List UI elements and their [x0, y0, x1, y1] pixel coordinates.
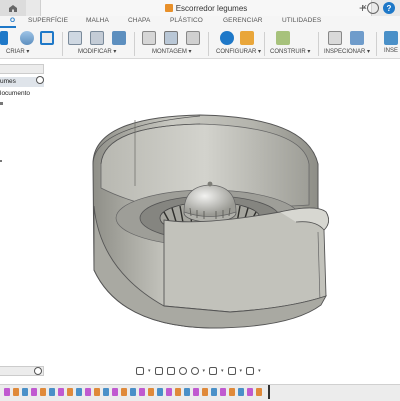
- timeline-feature[interactable]: [4, 388, 10, 396]
- timeline-feature[interactable]: [94, 388, 100, 396]
- group-montagem-label[interactable]: MONTAGEM ▾: [152, 48, 192, 55]
- timeline-marker[interactable]: [268, 385, 270, 399]
- tab-plastico[interactable]: PLÁSTICO: [170, 17, 203, 24]
- chevron-down-icon[interactable]: ▾: [240, 368, 243, 374]
- navigation-bar: ▾ ▾ ▾ ▾ ▾: [136, 364, 272, 378]
- timeline-feature[interactable]: [184, 388, 190, 396]
- tab-solid[interactable]: O: [10, 17, 15, 24]
- group-construir-label[interactable]: CONSTRUIR ▾: [270, 48, 310, 55]
- document-title: Escorredor legumes: [175, 3, 248, 13]
- joint-icon[interactable]: [164, 31, 178, 45]
- browser-panel-header[interactable]: [0, 64, 44, 74]
- timeline-feature[interactable]: [67, 388, 73, 396]
- timeline-feature[interactable]: [112, 388, 118, 396]
- spout-wall: [163, 207, 329, 313]
- orbit-icon[interactable]: [136, 367, 144, 375]
- zoom-icon[interactable]: [178, 367, 187, 375]
- info-icon[interactable]: [220, 31, 234, 45]
- chevron-down-icon[interactable]: ▾: [258, 368, 261, 374]
- fit-icon[interactable]: [190, 367, 199, 375]
- timeline-feature[interactable]: [148, 388, 154, 396]
- timeline-feature[interactable]: [58, 388, 64, 396]
- timeline-feature[interactable]: [175, 388, 181, 396]
- browser-root-label: umes: [0, 78, 16, 85]
- comments-toggle-button[interactable]: [34, 367, 42, 375]
- tab-superficie[interactable]: SUPERFÍCIE: [28, 17, 68, 24]
- tab-chapa[interactable]: CHAPA: [128, 17, 150, 24]
- look-at-icon[interactable]: [154, 367, 163, 375]
- chevron-down-icon[interactable]: ▾: [148, 368, 151, 374]
- section-analysis-icon[interactable]: [350, 31, 364, 45]
- timeline-feature[interactable]: [121, 388, 127, 396]
- extrude-icon[interactable]: [20, 31, 34, 45]
- timeline-feature[interactable]: [49, 388, 55, 396]
- timeline-feature[interactable]: [31, 388, 37, 396]
- timeline-feature[interactable]: [139, 388, 145, 396]
- grid-settings-icon[interactable]: [227, 367, 236, 375]
- job-status-icon[interactable]: [367, 2, 379, 14]
- shell-icon[interactable]: [112, 31, 126, 45]
- box-icon[interactable]: [40, 31, 54, 45]
- home-tab[interactable]: [0, 0, 26, 16]
- new-component-icon[interactable]: [142, 31, 156, 45]
- toolbar-separator: [264, 32, 265, 56]
- viewport-icon[interactable]: [246, 367, 255, 375]
- fillet-icon[interactable]: [90, 31, 104, 45]
- dome-tip: [207, 181, 213, 187]
- create-sketch-icon[interactable]: [0, 31, 8, 45]
- tab-malha[interactable]: MALHA: [86, 17, 109, 24]
- chevron-down-icon[interactable]: ▾: [203, 368, 206, 374]
- browser-item-document-settings[interactable]: locumento: [0, 90, 30, 97]
- group-modificar-label[interactable]: MODIFICAR ▾: [78, 48, 116, 55]
- home-icon: [9, 4, 17, 12]
- timeline-feature[interactable]: [238, 388, 244, 396]
- browser-item-bullet: [0, 160, 2, 162]
- timeline-feature[interactable]: [22, 388, 28, 396]
- toolbar-separator: [376, 32, 377, 56]
- chevron-down-icon[interactable]: ▾: [221, 368, 224, 374]
- browser-visibility-icon[interactable]: [36, 76, 44, 84]
- document-icon: [164, 4, 173, 12]
- timeline-feature[interactable]: [229, 388, 235, 396]
- timeline-feature[interactable]: [130, 388, 136, 396]
- timeline-feature[interactable]: [103, 388, 109, 396]
- display-settings-icon[interactable]: [209, 367, 218, 375]
- timeline-feature[interactable]: [193, 388, 199, 396]
- toolbar-separator: [62, 32, 63, 56]
- help-button[interactable]: ?: [383, 2, 395, 14]
- toolbar-separator: [208, 32, 209, 56]
- timeline-feature[interactable]: [85, 388, 91, 396]
- timeline-feature[interactable]: [256, 388, 262, 396]
- browser-item-bullet: [0, 102, 3, 105]
- timeline-feature[interactable]: [211, 388, 217, 396]
- pan-icon[interactable]: [166, 367, 175, 375]
- timeline-feature[interactable]: [157, 388, 163, 396]
- document-tab[interactable]: Escorredor legumes ×: [40, 0, 372, 16]
- press-pull-icon[interactable]: [68, 31, 82, 45]
- timeline-feature[interactable]: [220, 388, 226, 396]
- toolbar-separator: [134, 32, 135, 56]
- tab-utilidades[interactable]: UTILIDADES: [282, 17, 321, 24]
- group-inspecionar-label[interactable]: INSPECIONAR ▾: [324, 48, 370, 55]
- group-criar-label[interactable]: CRIAR ▾: [6, 48, 29, 55]
- as-built-joint-icon[interactable]: [186, 31, 200, 45]
- model-viewport[interactable]: [80, 100, 340, 330]
- timeline-feature[interactable]: [13, 388, 19, 396]
- timeline-feature[interactable]: [247, 388, 253, 396]
- insert-image-icon[interactable]: [384, 31, 398, 45]
- group-configurar-label[interactable]: CONFIGURAR ▾: [216, 48, 261, 55]
- timeline-feature[interactable]: [202, 388, 208, 396]
- timeline-feature[interactable]: [166, 388, 172, 396]
- measure-icon[interactable]: [328, 31, 342, 45]
- offset-plane-icon[interactable]: [276, 31, 290, 45]
- timeline-feature[interactable]: [76, 388, 82, 396]
- tab-gerenciar[interactable]: GERENCIAR: [223, 17, 263, 24]
- new-tab-button[interactable]: +: [359, 0, 366, 16]
- timeline-feature[interactable]: [40, 388, 46, 396]
- toolbar-separator: [318, 32, 319, 56]
- parameters-icon[interactable]: [240, 31, 254, 45]
- group-inserir-label[interactable]: INSE: [384, 48, 398, 54]
